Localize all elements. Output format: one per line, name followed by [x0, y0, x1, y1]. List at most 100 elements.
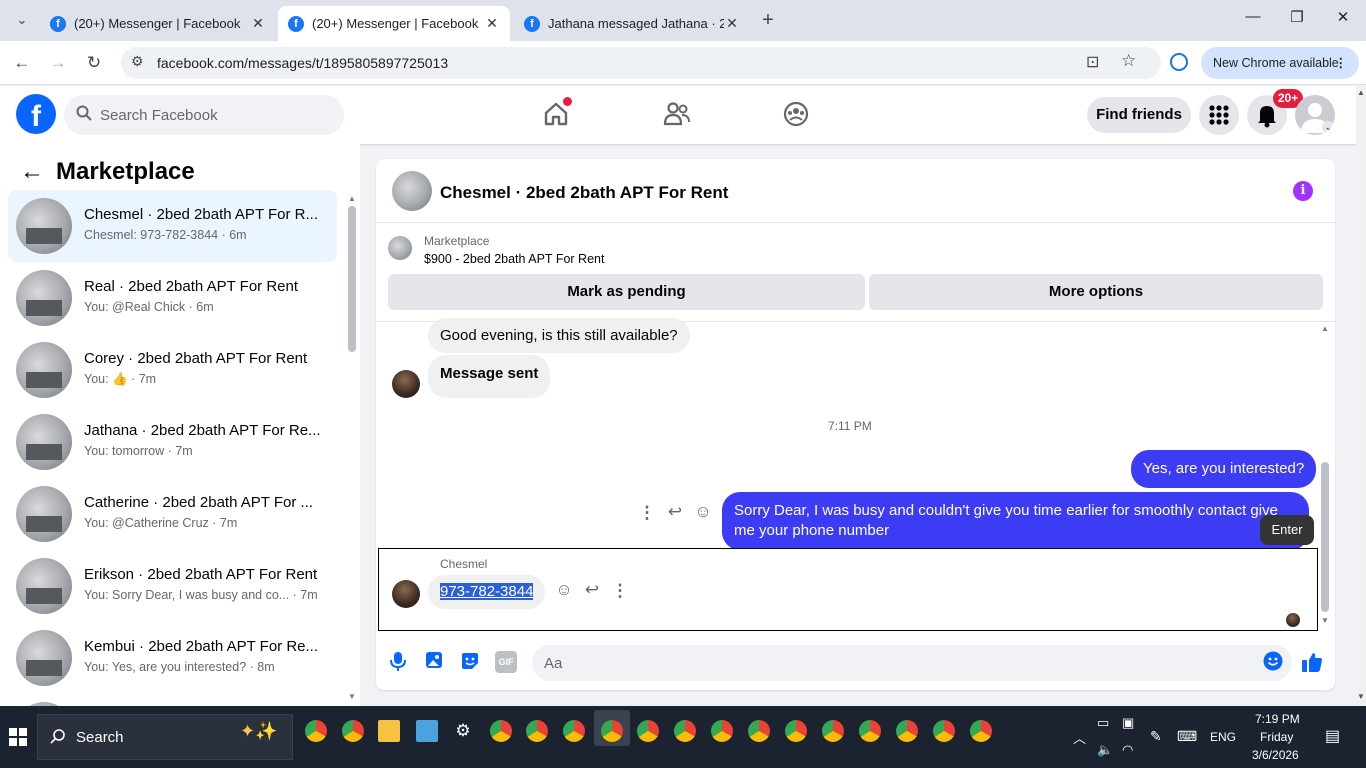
listing-thumbnail[interactable] — [388, 236, 412, 260]
conversation-item[interactable]: Chesmel · 2bed 2bath APT For R... Chesme… — [8, 190, 337, 262]
react-emoji-icon[interactable]: ☺ — [553, 580, 575, 600]
url-text[interactable]: facebook.com/messages/t/1895805897725013 — [157, 55, 448, 71]
reply-icon[interactable]: ↩ — [664, 502, 686, 522]
conversation-item[interactable]: Corey · 2bed 2bath APT For Rent You: 👍 ·… — [8, 334, 337, 406]
chrome-taskbar-icon[interactable] — [674, 720, 696, 742]
notification-center-icon[interactable]: ▤ — [1325, 726, 1340, 746]
chrome-taskbar-icon[interactable] — [785, 720, 807, 742]
close-tab-icon[interactable]: ✕ — [484, 15, 500, 32]
menu-grid-button[interactable] — [1199, 95, 1239, 135]
chrome-taskbar-icon[interactable] — [711, 720, 733, 742]
pen-icon[interactable]: ✎ — [1150, 728, 1162, 745]
account-avatar[interactable]: ⌄ — [1295, 95, 1335, 135]
file-explorer-icon[interactable] — [378, 720, 400, 742]
battery-icon[interactable]: ▭ — [1097, 715, 1109, 731]
phone-number-message[interactable]: 973-782-3844 — [428, 575, 546, 609]
language-indicator[interactable]: ENG — [1210, 730, 1236, 744]
chrome-taskbar-icon[interactable] — [896, 720, 918, 742]
chrome-taskbar-icon[interactable] — [563, 720, 585, 742]
site-info-icon[interactable]: ⚙ — [131, 53, 144, 70]
speaker-muted-icon[interactable]: 🔈 — [1097, 742, 1113, 758]
sender-avatar[interactable] — [392, 580, 420, 608]
emoji-picker-icon[interactable] — [1262, 651, 1284, 673]
facebook-logo-icon[interactable]: f — [16, 94, 56, 134]
page-scrollbar[interactable]: ▲ ▼ — [1356, 86, 1366, 706]
chrome-taskbar-icon[interactable] — [305, 720, 327, 742]
selected-phone-text[interactable]: 973-782-3844 — [440, 583, 534, 600]
address-bar[interactable]: ⚙ facebook.com/messages/t/18958058977250… — [121, 47, 1161, 79]
gif-icon[interactable]: GIF — [495, 651, 517, 673]
taskbar-search[interactable]: Search ✦✨ — [37, 714, 293, 760]
reload-icon[interactable]: ↻ — [82, 51, 106, 75]
settings-icon[interactable]: ⚙ — [452, 720, 474, 742]
show-hidden-icons-icon[interactable]: ︿ — [1073, 728, 1086, 747]
reply-icon[interactable]: ↩ — [581, 580, 603, 600]
chrome-taskbar-icon-active[interactable] — [601, 720, 623, 742]
clock-date[interactable]: 3/6/2026 — [1252, 748, 1299, 762]
clock-time[interactable]: 7:19 PM — [1255, 712, 1300, 726]
page-scroll-down-icon[interactable]: ▼ — [1357, 692, 1365, 701]
new-tab-icon[interactable]: + — [756, 8, 780, 32]
browser-tab-1[interactable]: f (20+) Messenger | Facebook ✕ — [40, 6, 276, 41]
browser-tab-3[interactable]: f Jathana messaged Jathana · 2be ✕ — [514, 6, 750, 41]
profile-icon[interactable] — [1170, 53, 1188, 71]
chrome-taskbar-icon[interactable] — [490, 720, 512, 742]
clock-day[interactable]: Friday — [1260, 730, 1293, 744]
conversation-item[interactable]: Kembui · 2bed 2bath APT For Re... You: Y… — [8, 622, 337, 694]
sticker-icon[interactable] — [459, 651, 481, 673]
bookmark-star-icon[interactable]: ☆ — [1121, 51, 1136, 71]
back-arrow-icon[interactable]: ← — [20, 158, 44, 186]
chrome-taskbar-icon[interactable] — [970, 720, 992, 742]
chrome-taskbar-icon[interactable] — [748, 720, 770, 742]
conversation-item[interactable]: Real · 2bed 2bath APT For Rent You: @Rea… — [8, 262, 337, 334]
chat-scrollbar[interactable] — [1321, 462, 1329, 612]
more-options-button[interactable]: More options — [869, 274, 1323, 310]
facebook-search-input[interactable] — [100, 95, 330, 135]
conversation-list-scrollbar[interactable] — [348, 206, 356, 352]
chrome-taskbar-icon[interactable] — [859, 720, 881, 742]
notepad-icon[interactable] — [416, 720, 438, 742]
chat-scroll-up-icon[interactable]: ▲ — [1321, 324, 1329, 333]
chrome-taskbar-icon[interactable] — [822, 720, 844, 742]
chrome-menu-icon[interactable]: ⋮ — [1335, 47, 1348, 79]
minimize-icon[interactable]: — — [1238, 8, 1268, 32]
camera-icon[interactable]: ▣ — [1122, 715, 1134, 731]
find-friends-button[interactable]: Find friends — [1087, 97, 1191, 133]
chrome-taskbar-icon[interactable] — [933, 720, 955, 742]
like-thumb-icon[interactable] — [1301, 651, 1323, 673]
facebook-search[interactable] — [64, 95, 344, 135]
conversation-item[interactable]: Erikson · 2bed 2bath APT For Rent You: S… — [8, 550, 337, 622]
forward-icon[interactable]: → — [46, 51, 70, 75]
chat-listing-avatar[interactable] — [392, 171, 432, 211]
conversation-item-partial[interactable] — [8, 694, 337, 706]
conversation-item[interactable]: Catherine · 2bed 2bath APT For ... You: … — [8, 478, 337, 550]
more-actions-icon[interactable]: ⋮ — [636, 503, 658, 523]
install-app-icon[interactable]: ⊡ — [1086, 52, 1099, 72]
scroll-down-icon[interactable]: ▼ — [348, 692, 356, 701]
close-tab-icon[interactable]: ✕ — [250, 15, 266, 32]
more-actions-icon[interactable]: ⋮ — [609, 581, 631, 601]
chrome-taskbar-icon[interactable] — [526, 720, 548, 742]
message-input[interactable] — [532, 645, 1292, 681]
chat-title[interactable]: Chesmel · 2bed 2bath APT For Rent — [440, 183, 728, 203]
photo-icon[interactable] — [423, 651, 445, 673]
chat-scroll-down-icon[interactable]: ▼ — [1321, 616, 1329, 625]
windows-start-icon[interactable] — [9, 728, 27, 746]
page-scroll-up-icon[interactable]: ▲ — [1357, 88, 1365, 97]
chrome-taskbar-icon[interactable] — [637, 720, 659, 742]
keyboard-icon[interactable]: ⌨ — [1177, 728, 1197, 745]
listing-title[interactable]: $900 - 2bed 2bath APT For Rent — [424, 252, 604, 266]
tab-search-icon[interactable]: ⌄ — [10, 8, 34, 32]
info-icon[interactable]: i — [1293, 181, 1313, 201]
home-icon[interactable] — [541, 97, 573, 131]
mark-as-pending-button[interactable]: Mark as pending — [388, 274, 865, 310]
groups-icon[interactable] — [781, 99, 813, 131]
browser-tab-2[interactable]: f (20+) Messenger | Facebook ✕ — [278, 6, 510, 41]
conversation-item[interactable]: Jathana · 2bed 2bath APT For Re... You: … — [8, 406, 337, 478]
scroll-up-icon[interactable]: ▲ — [348, 194, 356, 203]
react-emoji-icon[interactable]: ☺ — [692, 502, 714, 522]
close-window-icon[interactable]: ✕ — [1328, 8, 1358, 32]
sender-avatar[interactable] — [392, 370, 420, 398]
chrome-taskbar-icon[interactable] — [342, 720, 364, 742]
back-icon[interactable]: ← — [10, 51, 34, 75]
